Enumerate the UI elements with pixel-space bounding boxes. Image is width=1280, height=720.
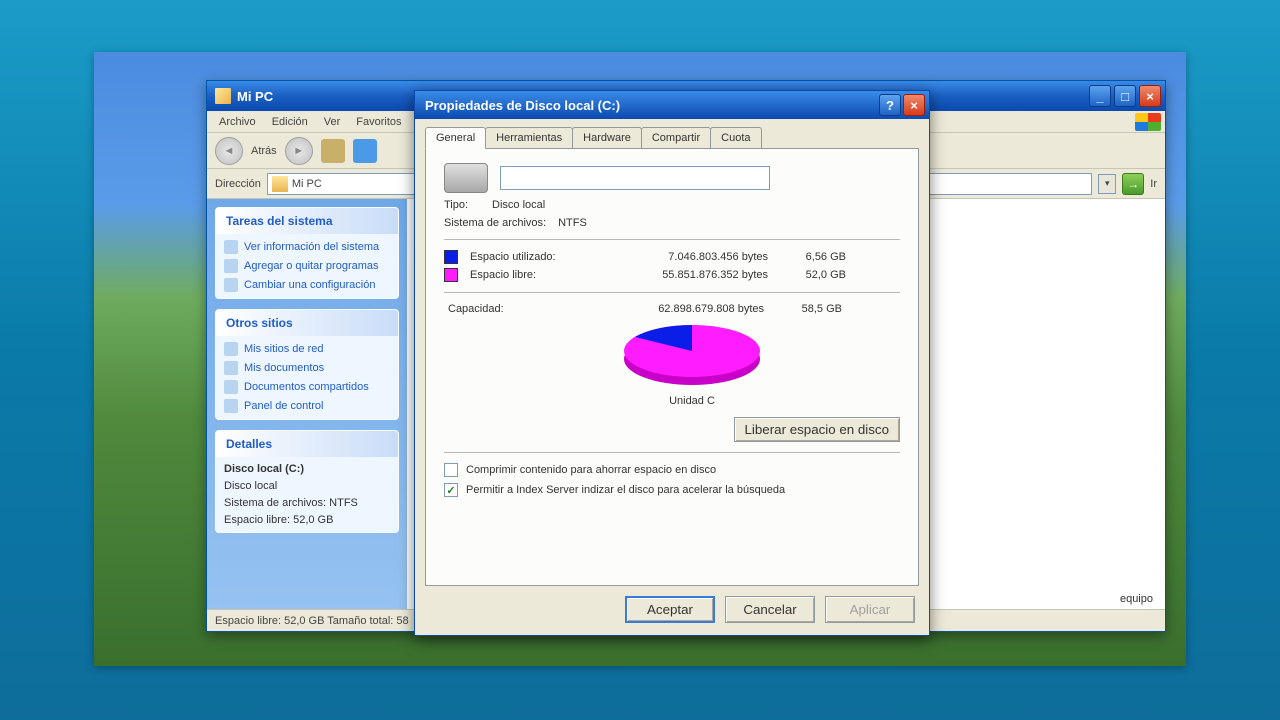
type-value: Disco local (492, 199, 545, 211)
task-add-remove[interactable]: Agregar o quitar programas (224, 259, 390, 273)
type-label: Tipo: (444, 199, 468, 211)
menu-ver[interactable]: Ver (316, 116, 349, 128)
used-color-swatch (444, 250, 458, 264)
minimize-button[interactable]: _ (1089, 85, 1111, 107)
free-gb: 52,0 GB (776, 269, 846, 281)
task-system-info[interactable]: Ver información del sistema (224, 240, 390, 254)
properties-dialog: Propiedades de Disco local (C:) ? × Gene… (414, 90, 930, 636)
system-tasks-header: Tareas del sistema (216, 208, 398, 234)
search-icon[interactable] (353, 139, 377, 163)
dialog-title: Propiedades de Disco local (C:) (425, 98, 620, 113)
status-text: Espacio libre: 52,0 GB Tamaño total: 58 (215, 615, 409, 627)
capacity-bytes: 62.898.679.808 bytes (604, 303, 764, 315)
tab-strip: General Herramientas Hardware Compartir … (415, 119, 929, 148)
drive-label: Unidad C (669, 395, 715, 407)
address-value: Mi PC (292, 178, 322, 190)
folder-icon (224, 380, 238, 394)
network-icon (224, 342, 238, 356)
link-network[interactable]: Mis sitios de red (224, 342, 390, 356)
details-header: Detalles (216, 431, 398, 457)
tab-hardware[interactable]: Hardware (572, 127, 642, 148)
link-shared-docs[interactable]: Documentos compartidos (224, 380, 390, 394)
go-button[interactable]: → (1122, 173, 1144, 195)
divider (444, 292, 900, 293)
drive-icon (444, 163, 488, 193)
link-control-panel[interactable]: Panel de control (224, 399, 390, 413)
help-button[interactable]: ? (879, 94, 901, 116)
details-title: Disco local (C:) (224, 463, 390, 475)
maximize-button[interactable]: □ (1114, 85, 1136, 107)
divider (444, 239, 900, 240)
free-label: Espacio libre: (470, 269, 600, 281)
free-bytes: 55.851.876.352 bytes (608, 269, 768, 281)
disk-cleanup-button[interactable]: Liberar espacio en disco (734, 417, 900, 442)
tab-herramientas[interactable]: Herramientas (485, 127, 573, 148)
capacity-label: Capacidad: (448, 303, 596, 315)
folder-icon (224, 361, 238, 375)
computer-icon (215, 88, 231, 104)
details-line: Disco local (224, 480, 390, 492)
used-bytes: 7.046.803.456 bytes (608, 251, 768, 263)
back-button[interactable]: ◄ (215, 137, 243, 165)
index-label: Permitir a Index Server indizar el disco… (466, 484, 785, 496)
system-tasks-panel: Tareas del sistema Ver información del s… (215, 207, 399, 299)
up-folder-icon[interactable] (321, 139, 345, 163)
link-documents[interactable]: Mis documentos (224, 361, 390, 375)
content-text: equipo (1120, 593, 1153, 605)
outer-frame: Mi PC _ □ × Archivo Edición Ver Favorito… (94, 52, 1186, 666)
capacity-gb: 58,5 GB (772, 303, 842, 315)
settings-icon (224, 278, 238, 292)
details-panel: Detalles Disco local (C:) Disco local Si… (215, 430, 399, 533)
tab-general[interactable]: General (425, 127, 486, 149)
tab-panel-general: Tipo: Disco local Sistema de archivos: N… (425, 148, 919, 586)
forward-button[interactable]: ► (285, 137, 313, 165)
index-checkbox[interactable]: ✓ (444, 483, 458, 497)
go-label: Ir (1150, 178, 1157, 190)
volume-name-input[interactable] (500, 166, 770, 190)
compress-checkbox[interactable] (444, 463, 458, 477)
task-change-setting[interactable]: Cambiar una configuración (224, 278, 390, 292)
programs-icon (224, 259, 238, 273)
menu-archivo[interactable]: Archivo (211, 116, 264, 128)
used-label: Espacio utilizado: (470, 251, 600, 263)
free-color-swatch (444, 268, 458, 282)
divider (444, 452, 900, 453)
windows-logo-icon (1135, 113, 1161, 131)
dialog-close-button[interactable]: × (903, 94, 925, 116)
tab-compartir[interactable]: Compartir (641, 127, 711, 148)
explorer-title: Mi PC (237, 89, 273, 104)
close-button[interactable]: × (1139, 85, 1161, 107)
details-line: Espacio libre: 52,0 GB (224, 514, 390, 526)
disk-pie-chart (617, 319, 767, 389)
tasks-sidebar: Tareas del sistema Ver información del s… (207, 199, 407, 609)
compress-label: Comprimir contenido para ahorrar espacio… (466, 464, 716, 476)
used-gb: 6,56 GB (776, 251, 846, 263)
dialog-titlebar[interactable]: Propiedades de Disco local (C:) ? × (415, 91, 929, 119)
tab-cuota[interactable]: Cuota (710, 127, 761, 148)
computer-icon (272, 176, 288, 192)
filesystem-value: NTFS (558, 217, 587, 229)
dialog-buttons: Aceptar Cancelar Aplicar (415, 596, 929, 635)
back-label: Atrás (251, 145, 277, 157)
other-places-header: Otros sitios (216, 310, 398, 336)
details-line: Sistema de archivos: NTFS (224, 497, 390, 509)
ok-button[interactable]: Aceptar (625, 596, 715, 623)
other-places-panel: Otros sitios Mis sitios de red Mis docum… (215, 309, 399, 420)
cancel-button[interactable]: Cancelar (725, 596, 815, 623)
filesystem-label: Sistema de archivos: (444, 217, 546, 229)
apply-button[interactable]: Aplicar (825, 596, 915, 623)
menu-edicion[interactable]: Edición (264, 116, 316, 128)
menu-favoritos[interactable]: Favoritos (348, 116, 409, 128)
control-panel-icon (224, 399, 238, 413)
info-icon (224, 240, 238, 254)
address-dropdown[interactable]: ▾ (1098, 174, 1116, 194)
address-label: Dirección (215, 178, 261, 190)
